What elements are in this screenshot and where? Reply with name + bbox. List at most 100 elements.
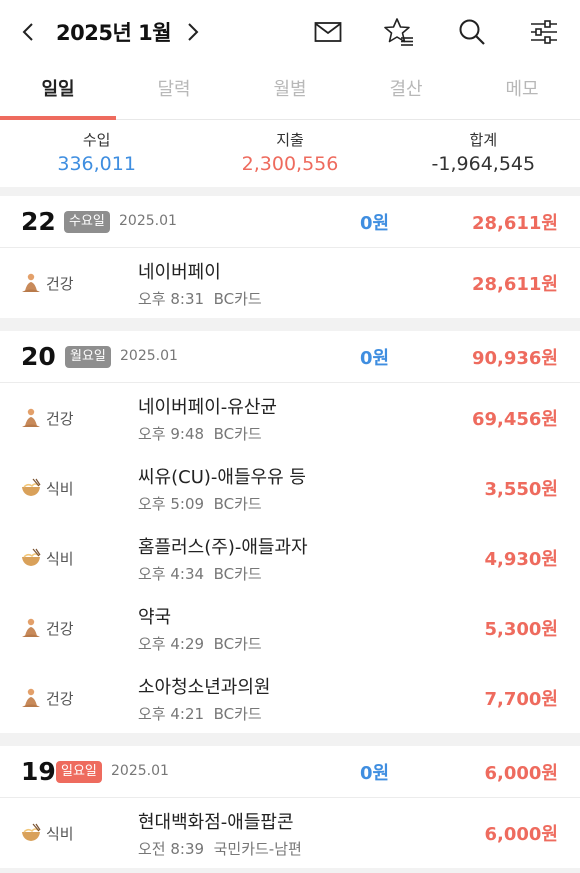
weekday-badge: 수요일 [64,211,110,233]
income-label: 수입 [82,131,111,149]
transaction-time: 오후 8:31 [138,290,205,308]
month-title[interactable]: 2025년 1월 [56,17,172,47]
expense-value: 2,300,556 [241,153,339,175]
chevron-left-icon[interactable] [16,16,40,48]
tab-daily[interactable]: 일일 [0,64,116,120]
day-header[interactable]: 19 일요일 2025.01 0원 6,000원 [0,746,580,798]
mail-icon[interactable] [313,17,343,47]
day-income: 0원 [360,348,390,369]
transaction-time: 오전 8:39 [138,840,205,858]
day-date: 2025.01 [111,763,169,779]
top-bar: 2025년 1월 [0,0,580,64]
meditation-person-icon [20,687,42,709]
day-number: 19 [21,757,56,786]
day-number: 20 [21,342,56,371]
expense-summary: 지출 2,300,556 [193,120,386,187]
category-label: 건강 [46,620,74,638]
category-label: 식비 [46,825,74,843]
transaction-time: 오후 4:34 [138,565,205,583]
payment-method: BC카드 [213,290,262,308]
transaction-time: 오후 4:29 [138,635,205,653]
tab-memo[interactable]: 메모 [464,64,580,119]
transaction-meta: 오후 9:48 BC카드 [138,423,262,444]
transaction-title: 홈플러스(주)-애들과자 [138,537,308,558]
transaction-meta: 오후 4:34 BC카드 [138,563,262,584]
day-header[interactable]: 20 월요일 2025.01 0원 90,936원 [0,331,580,383]
weekday-badge: 일요일 [56,761,102,783]
transaction-title: 약국 [138,607,172,628]
payment-method: BC카드 [213,495,262,513]
transaction-meta: 오후 5:09 BC카드 [138,493,262,514]
transaction-title: 현대백화점-애들팝콘 [138,812,294,833]
transaction-time: 오후 5:09 [138,495,205,513]
transaction-meta: 오전 8:39 국민카드-남편 [138,838,302,859]
transaction-meta: 오후 4:21 BC카드 [138,703,262,724]
expense-label: 지출 [276,131,304,149]
day-date: 2025.01 [120,348,178,364]
transaction-row[interactable]: 건강 약국 오후 4:29 BC카드 5,300원 [0,593,580,663]
day-number: 22 [21,207,56,236]
weekday-badge: 월요일 [65,346,111,368]
section-divider [0,733,580,746]
transaction-row[interactable]: 건강 네이버페이 오후 8:31 BC카드 28,611원 [0,248,580,318]
search-icon[interactable] [457,17,487,47]
transaction-amount: 3,550원 [484,479,559,500]
transaction-title: 씨유(CU)-애들우유 등 [138,467,306,488]
total-summary: 합계 -1,964,545 [387,120,580,187]
payment-method: BC카드 [213,635,262,653]
view-tabs: 일일 달력 월별 결산 메모 [0,64,580,120]
day-expense: 28,611원 [471,213,558,234]
section-divider [0,318,580,331]
noodle-bowl-icon [20,477,42,499]
income-summary: 수입 336,011 [0,120,193,187]
chevron-right-icon[interactable] [181,16,205,48]
monthly-summary: 수입 336,011 지출 2,300,556 합계 -1,964,545 [0,119,580,187]
transaction-row[interactable]: 식비 홈플러스(주)-애들과자 오후 4:34 BC카드 4,930원 [0,523,580,593]
filter-sliders-icon[interactable] [529,17,559,47]
payment-method: BC카드 [213,565,262,583]
transaction-row[interactable]: 건강 소아청소년과의원 오후 4:21 BC카드 7,700원 [0,663,580,733]
tab-settlement[interactable]: 결산 [348,64,464,119]
transaction-amount: 4,930원 [484,549,559,570]
day-expense: 90,936원 [471,348,558,369]
noodle-bowl-icon [20,822,42,844]
day-expense: 6,000원 [484,763,559,784]
transaction-time: 오후 4:21 [138,705,205,723]
transaction-amount: 69,456원 [471,409,558,430]
income-value: 336,011 [57,153,136,175]
section-divider [0,868,580,873]
transaction-meta: 오후 4:29 BC카드 [138,633,262,654]
day-date: 2025.01 [119,213,177,229]
section-divider [0,187,580,196]
payment-method: BC카드 [213,705,262,723]
star-list-icon[interactable] [384,17,414,47]
category-label: 식비 [46,480,74,498]
day-income: 0원 [360,763,390,784]
meditation-person-icon [20,407,42,429]
tab-monthly[interactable]: 월별 [232,64,348,119]
transaction-amount: 7,700원 [484,689,559,710]
category-label: 건강 [46,410,74,428]
payment-method: 국민카드-남편 [213,840,302,858]
day-header[interactable]: 22 수요일 2025.01 0원 28,611원 [0,196,580,248]
transaction-meta: 오후 8:31 BC카드 [138,288,262,309]
category-label: 건강 [46,690,74,708]
total-value: -1,964,545 [431,153,536,175]
transaction-title: 소아청소년과의원 [138,677,271,698]
day-income: 0원 [360,213,390,234]
noodle-bowl-icon [20,547,42,569]
transaction-time: 오후 9:48 [138,425,205,443]
transaction-title: 네이버페이 [138,262,221,283]
meditation-person-icon [20,272,42,294]
transaction-amount: 6,000원 [484,824,559,845]
category-label: 식비 [46,550,74,568]
payment-method: BC카드 [213,425,262,443]
category-label: 건강 [46,275,74,293]
meditation-person-icon [20,617,42,639]
transaction-amount: 5,300원 [484,619,559,640]
transaction-row[interactable]: 건강 네이버페이-유산균 오후 9:48 BC카드 69,456원 [0,383,580,453]
transaction-row[interactable]: 식비 현대백화점-애들팝콘 오전 8:39 국민카드-남편 6,000원 [0,798,580,868]
transaction-row[interactable]: 식비 씨유(CU)-애들우유 등 오후 5:09 BC카드 3,550원 [0,453,580,523]
total-label: 합계 [469,131,498,149]
tab-calendar[interactable]: 달력 [116,64,232,119]
